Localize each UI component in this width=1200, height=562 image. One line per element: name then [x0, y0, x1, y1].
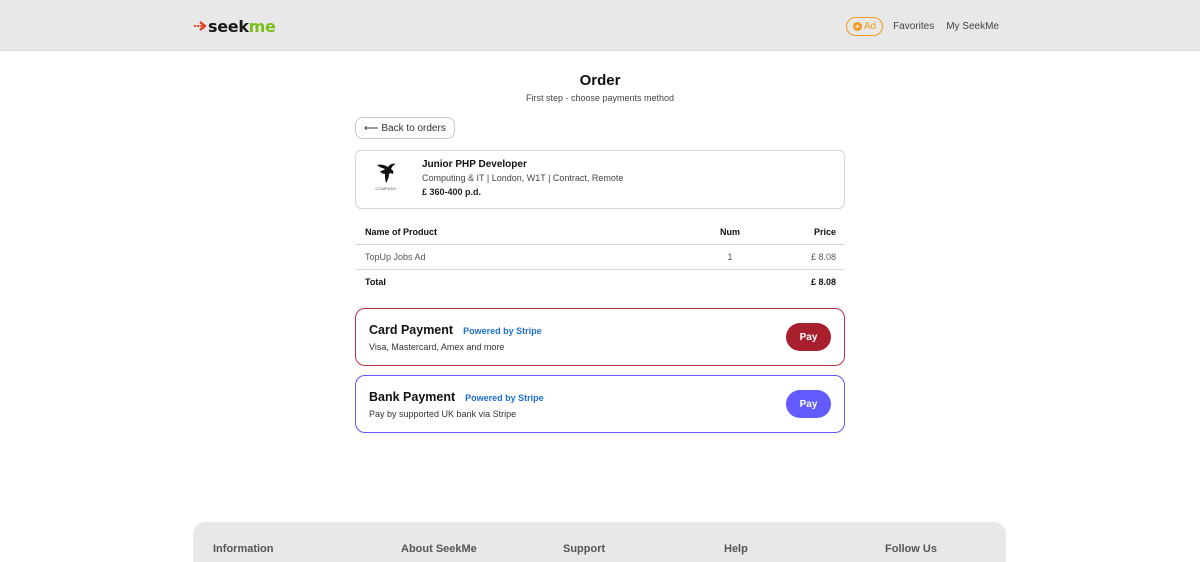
table-row: TopUp Jobs Ad 1 £ 8.08 — [355, 245, 845, 270]
post-ad-label: Ad — [863, 21, 877, 32]
product-num-cell: 1 — [727, 252, 733, 262]
card-powered-by-stripe: Powered by Stripe — [463, 326, 542, 336]
logo-arrow-icon — [194, 21, 207, 31]
footer-support-heading: Support — [563, 543, 606, 555]
bank-payment-title: Bank Payment — [369, 390, 456, 404]
footer-information-heading: Information — [213, 543, 274, 555]
eagle-icon — [377, 163, 396, 183]
site-footer: Information About SeekMe Support Help Fo… — [193, 522, 1006, 562]
header-name-of-product: Name of Product — [365, 227, 438, 237]
header-num: Num — [720, 227, 740, 237]
job-meta: Computing & IT | London, W1T | Contract,… — [422, 173, 624, 183]
back-to-orders-label: Back to orders — [381, 122, 446, 134]
card-payment-title-row: Card Payment Powered by Stripe — [369, 323, 542, 337]
seekme-logo[interactable]: seekme — [193, 15, 276, 37]
back-to-orders-button[interactable]: ⟵ Back to orders — [355, 117, 455, 139]
bank-pay-button[interactable]: Pay — [786, 390, 831, 418]
company-logo-text: COMPANY — [375, 186, 397, 191]
bank-payment-option[interactable]: Bank Payment Powered by Stripe Pay by su… — [355, 375, 845, 433]
logo-seek-text: seek — [208, 16, 249, 36]
post-ad-button[interactable]: + Ad — [845, 17, 884, 36]
footer-about-heading: About SeekMe — [401, 543, 477, 555]
page-subtitle: First step - choose payments method — [525, 93, 675, 103]
job-salary: £ 360-400 p.d. — [422, 187, 482, 197]
header-price: Price — [813, 227, 836, 237]
nav-favorites-link[interactable]: Favorites — [893, 21, 934, 32]
order-table: Name of Product Num Price TopUp Jobs Ad … — [355, 220, 845, 298]
job-summary-card[interactable]: COMPANY Junior PHP Developer Computing &… — [355, 150, 845, 209]
site-header: seekme + Ad Favorites My SeekMe — [0, 0, 1200, 51]
total-label: Total — [365, 277, 386, 287]
table-header-row: Name of Product Num Price — [355, 220, 845, 245]
plus-icon: + — [852, 22, 862, 31]
table-total-row: Total £ 8.08 — [355, 270, 845, 298]
bank-payment-description: Pay by supported UK bank via Stripe — [369, 409, 517, 419]
company-logo: COMPANY — [370, 161, 402, 197]
top-nav: + Ad Favorites My SeekMe — [845, 17, 999, 36]
card-payment-option[interactable]: Card Payment Powered by Stripe Visa, Mas… — [355, 308, 845, 366]
logo-me-text: me — [248, 16, 276, 36]
card-payment-description: Visa, Mastercard, Amex and more — [369, 342, 505, 352]
job-title: Junior PHP Developer — [422, 159, 527, 170]
bank-powered-by-stripe: Powered by Stripe — [465, 393, 544, 403]
total-price: £ 8.08 — [810, 277, 836, 287]
product-price-cell: £ 8.08 — [810, 252, 836, 262]
footer-follow-us-heading: Follow Us — [885, 543, 937, 555]
arrow-left-icon: ⟵ — [364, 122, 379, 134]
card-payment-title: Card Payment — [369, 323, 454, 337]
nav-my-seekme-link[interactable]: My SeekMe — [946, 21, 999, 32]
page-title: Order — [579, 72, 621, 89]
logo-wordmark: seekme — [208, 17, 276, 36]
bank-payment-title-row: Bank Payment Powered by Stripe — [369, 390, 544, 404]
footer-help-heading: Help — [724, 543, 748, 555]
card-pay-button[interactable]: Pay — [786, 323, 831, 351]
product-name-cell: TopUp Jobs Ad — [365, 252, 426, 262]
